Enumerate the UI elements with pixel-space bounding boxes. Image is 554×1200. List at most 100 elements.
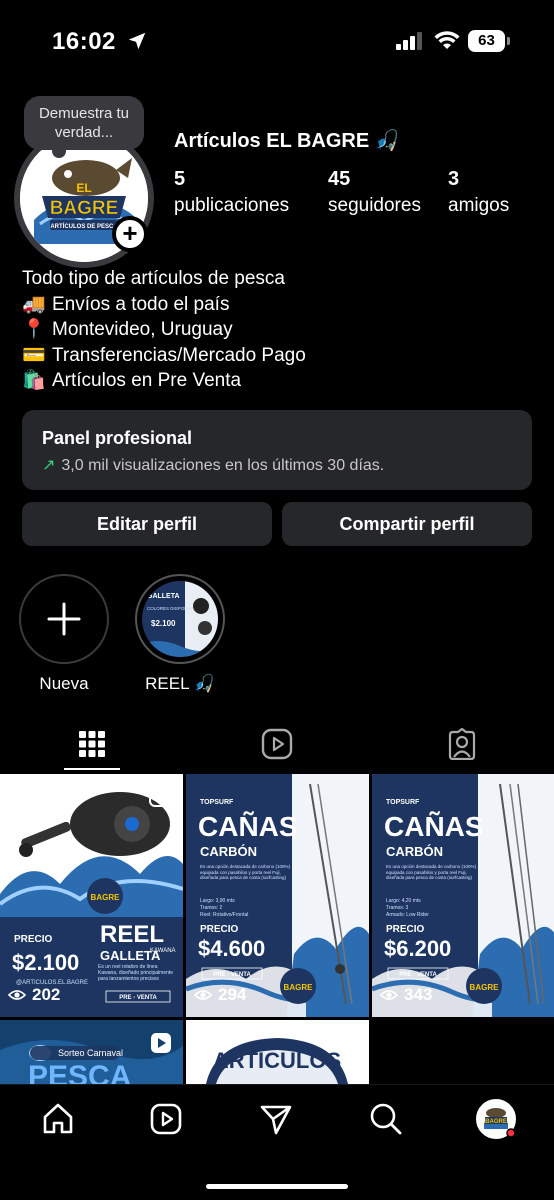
post-view-count: 294 — [194, 985, 246, 1005]
svg-text:Tramos: 2: Tramos: 2 — [200, 905, 223, 911]
svg-text:Sorteo Carnaval: Sorteo Carnaval — [58, 1048, 123, 1058]
professional-dashboard[interactable]: Panel profesional ↗ 3,0 mil visualizacion… — [22, 410, 532, 490]
reels-icon — [261, 728, 293, 760]
pin-icon: 📍 — [22, 319, 46, 340]
bio-line: 💳 Transferencias/Mercado Pago — [22, 343, 532, 369]
post-view-count: 202 — [8, 985, 60, 1005]
note-text: Demuestra tu verdad... — [38, 105, 130, 141]
trend-up-icon: ↗ — [42, 457, 56, 474]
highlight-thumbnail: GALLETA COLORES DISPONIBLES $2.100 — [142, 581, 218, 657]
truck-icon: 🚚 — [22, 293, 46, 315]
svg-text:BAGRE: BAGRE — [50, 198, 119, 219]
signal-icon — [396, 32, 422, 50]
bio-line: Todo tipo de artículos de pesca — [22, 268, 286, 289]
highlight-new-circle[interactable] — [19, 574, 109, 664]
tagged-icon — [448, 728, 476, 760]
stat-friends-label: amigos — [448, 195, 510, 216]
svg-text:PRE - VENTA: PRE - VENTA — [213, 972, 251, 978]
svg-text:Armado: Low Rider: Armado: Low Rider — [386, 912, 429, 918]
svg-text:PRE - VENTA: PRE - VENTA — [119, 995, 157, 1001]
post-reel-galleta[interactable]: BAGRE PRECIO $2.100 @ARTICULOS.EL.BAGRE … — [0, 774, 183, 1017]
svg-text:TOPSURF: TOPSURF — [200, 799, 234, 806]
highlight-reel[interactable]: GALLETA COLORES DISPONIBLES $2.100 REEL … — [135, 574, 225, 694]
svg-text:BAGRE: BAGRE — [284, 983, 314, 992]
active-tab-indicator — [64, 768, 120, 770]
grid-icon — [79, 731, 105, 757]
svg-text:PRECIO: PRECIO — [386, 924, 425, 935]
bottom-navigation: BAGRE — [0, 1084, 554, 1200]
post-canas-carbon-1[interactable]: TOPSURF CAÑAS CARBÓN Es una opción desta… — [186, 774, 369, 1017]
highlight-reel-label: REEL 🎣 — [145, 674, 215, 693]
post-image: TOPSURF CAÑAS CARBÓN Es una opción desta… — [186, 774, 369, 1017]
pro-panel-subtitle: ↗ 3,0 mil visualizaciones en los últimos … — [42, 457, 385, 474]
svg-text:BAGRE: BAGRE — [485, 1119, 507, 1125]
svg-text:REEL: REEL — [100, 921, 164, 948]
svg-text:COLORES DISPONIBLES: COLORES DISPONIBLES — [147, 606, 200, 611]
shopping-bag-icon: 🛍️ — [22, 370, 46, 391]
profile-tabs — [0, 716, 554, 772]
tab-tagged[interactable] — [370, 716, 554, 772]
svg-text:EL: EL — [76, 181, 91, 195]
svg-text:CARBÓN: CARBÓN — [386, 844, 443, 859]
svg-text:CAÑAS: CAÑAS — [384, 811, 484, 842]
posts-grid: BAGRE PRECIO $2.100 @ARTICULOS.EL.BAGRE … — [0, 774, 554, 1084]
nav-profile[interactable]: BAGRE — [476, 1099, 516, 1139]
tab-grid[interactable] — [0, 716, 184, 772]
svg-text:ARTÍCULOS: ARTÍCULOS — [213, 1048, 341, 1073]
post-canas-carbon-2[interactable]: TOPSURF CAÑAS CARBÓN Es una opción desta… — [372, 774, 554, 1017]
svg-text:PRE - VENTA: PRE - VENTA — [399, 972, 437, 978]
highlight-new[interactable]: Nueva — [19, 574, 109, 694]
stat-followers-value: 45 — [328, 168, 351, 190]
nav-reels[interactable] — [146, 1099, 186, 1139]
svg-text:PRECIO: PRECIO — [200, 924, 239, 935]
stat-friends[interactable]: 3 amigos — [448, 168, 509, 217]
status-bar: 16:02 63 — [0, 0, 554, 80]
post-sorteo-carnaval[interactable]: Sorteo Carnaval PESCA — [0, 1020, 183, 1084]
nav-search[interactable] — [366, 1099, 406, 1139]
svg-text:BAGRE: BAGRE — [470, 983, 500, 992]
svg-text:$4.600: $4.600 — [198, 936, 265, 961]
svg-text:Reel: Rotativo/Frontal: Reel: Rotativo/Frontal — [200, 912, 248, 918]
svg-text:GALLETA: GALLETA — [100, 948, 161, 963]
svg-text:Tramos: 3: Tramos: 3 — [386, 905, 409, 911]
post-image: TOPSURF CAÑAS CARBÓN Es una opción desta… — [372, 774, 554, 1017]
plus-icon — [47, 602, 81, 636]
wifi-icon — [434, 31, 460, 49]
svg-text:Largo: 3,90 mts: Largo: 3,90 mts — [200, 898, 235, 904]
card-icon: 💳 — [22, 344, 46, 366]
status-time: 16:02 — [52, 28, 116, 55]
home-icon — [43, 1103, 73, 1134]
highlight-reel-circle[interactable]: GALLETA COLORES DISPONIBLES $2.100 — [135, 574, 225, 664]
post-view-count: 343 — [380, 985, 432, 1005]
post-image: ARTÍCULOS — [186, 1020, 369, 1084]
stat-followers[interactable]: 45 seguidores — [328, 168, 421, 217]
bio-line: 📍 Montevideo, Uruguay — [22, 317, 532, 343]
profile-bio: Todo tipo de artículos de pesca 🚚 Envíos … — [22, 266, 532, 394]
battery-level: 63 — [468, 30, 505, 52]
location-arrow-icon — [128, 32, 146, 50]
svg-text:CAÑAS: CAÑAS — [198, 811, 298, 842]
note-bubble[interactable]: Demuestra tu verdad... — [24, 96, 144, 158]
svg-text:ARTÍCULOS DE PESCA: ARTÍCULOS DE PESCA — [50, 222, 118, 230]
svg-text:$2.100: $2.100 — [12, 950, 79, 975]
stat-posts[interactable]: 5 publicaciones — [174, 168, 289, 217]
svg-text:BAGRE: BAGRE — [91, 893, 121, 902]
plus-icon: + — [122, 218, 138, 248]
post-image: BAGRE PRECIO $2.100 @ARTICULOS.EL.BAGRE … — [0, 774, 183, 1017]
post-articulos-logo[interactable]: ARTÍCULOS — [186, 1020, 369, 1084]
svg-text:$2.100: $2.100 — [151, 619, 176, 628]
nav-messages[interactable] — [256, 1099, 296, 1139]
home-indicator — [206, 1184, 348, 1189]
edit-profile-button[interactable]: Editar perfil — [22, 502, 272, 546]
bio-line: 🛍️ Artículos en Pre Venta — [22, 368, 532, 394]
battery-icon: 63 — [468, 30, 510, 52]
search-icon — [370, 1103, 402, 1135]
eye-icon — [194, 990, 212, 1000]
nav-home[interactable] — [38, 1099, 78, 1139]
pro-panel-title: Panel profesional — [42, 428, 193, 448]
eye-icon — [380, 990, 398, 1000]
share-profile-button[interactable]: Compartir perfil — [282, 502, 532, 546]
add-story-button[interactable]: + — [112, 216, 148, 252]
profile-avatar: BAGRE — [476, 1099, 516, 1139]
tab-reels[interactable] — [185, 716, 369, 772]
